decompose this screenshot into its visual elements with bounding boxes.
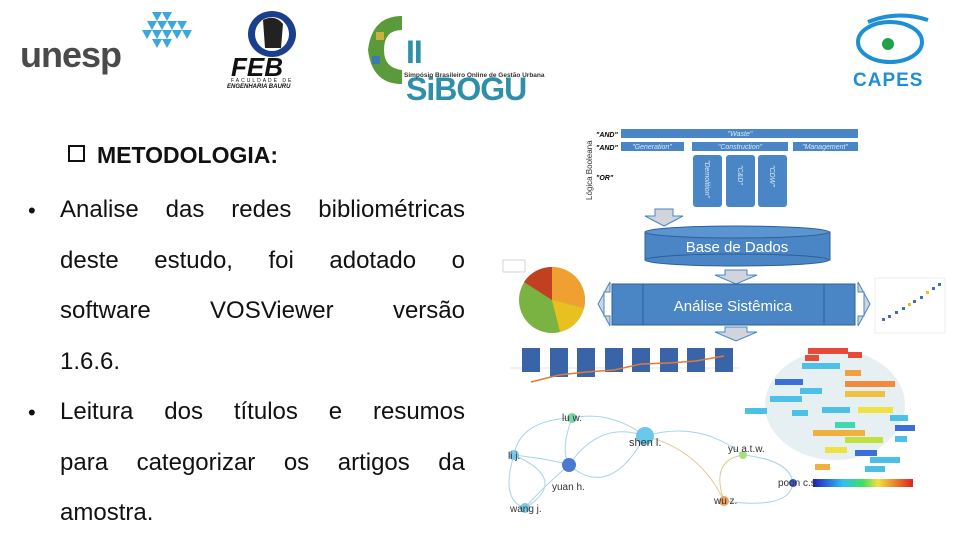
svg-text:lu w.: lu w.	[562, 413, 582, 424]
term-map-thumbnail	[745, 348, 915, 472]
bullet-1-text: Analise das redes bibliométricas deste e…	[60, 196, 465, 375]
methodology-diagram: Lógica Booleana "AND" "AND" "OR" "Waste"…	[502, 129, 946, 515]
svg-text:"Demolition": "Demolition"	[703, 160, 710, 199]
svg-text:wu z.: wu z.	[713, 496, 737, 507]
arrow-right-icon	[857, 281, 871, 327]
svg-text:"CDW": "CDW"	[768, 165, 775, 187]
svg-text:Análise Sistêmica: Análise Sistêmica	[674, 298, 793, 315]
network-node	[562, 458, 576, 472]
svg-text:shen l.: shen l.	[629, 437, 661, 449]
bullet-2-text: Leitura dos títulos e resumos para categ…	[60, 398, 465, 526]
arrow-left-icon	[597, 281, 611, 327]
bar-chart-thumbnail	[510, 348, 740, 383]
arrow-down-icon	[714, 269, 758, 285]
svg-text:"OR": "OR"	[596, 175, 614, 182]
unesp-triangles-icon	[142, 12, 192, 48]
feb-logo: FEB FACULDADE DE ENGENHARIA BAURU	[225, 8, 320, 90]
checkbox-bullet-icon	[68, 145, 85, 162]
scatter-chart-thumbnail	[874, 277, 946, 334]
svg-text:"AND": "AND"	[596, 132, 618, 139]
svg-text:Base de Dados: Base de Dados	[686, 239, 789, 256]
bullet-icon: •	[28, 198, 36, 223]
svg-text:yu a.t.w.: yu a.t.w.	[728, 444, 765, 455]
svg-text:"Construction": "Construction"	[718, 144, 763, 151]
year-colorbar	[813, 479, 913, 487]
boolean-logic-label: Lógica Booleana	[585, 140, 594, 200]
svg-text:"Waste": "Waste"	[728, 131, 753, 138]
pie-chart-thumbnail	[502, 259, 585, 333]
bullet-icon: •	[28, 400, 36, 425]
svg-text:yuan h.: yuan h.	[552, 482, 585, 493]
svg-text:poon c.s.: poon c.s.	[778, 478, 819, 489]
capes-logo: CAPES	[848, 10, 938, 91]
svg-text:"Generation": "Generation"	[632, 144, 672, 151]
arrow-down-icon	[644, 208, 684, 227]
svg-text:wang j.: wang j.	[509, 504, 542, 515]
svg-text:"C&D": "C&D"	[736, 165, 743, 185]
section-title: METODOLOGIA:	[68, 142, 278, 169]
arrow-down-icon	[714, 326, 758, 342]
svg-text:"AND": "AND"	[596, 145, 618, 152]
sibogu-logo: II SiBOGU Simpósio Brasileiro Online de …	[362, 12, 545, 107]
unesp-logo: unesp	[20, 12, 192, 75]
svg-text:li j.: li j.	[508, 451, 520, 462]
svg-text:"Management": "Management"	[802, 144, 848, 151]
